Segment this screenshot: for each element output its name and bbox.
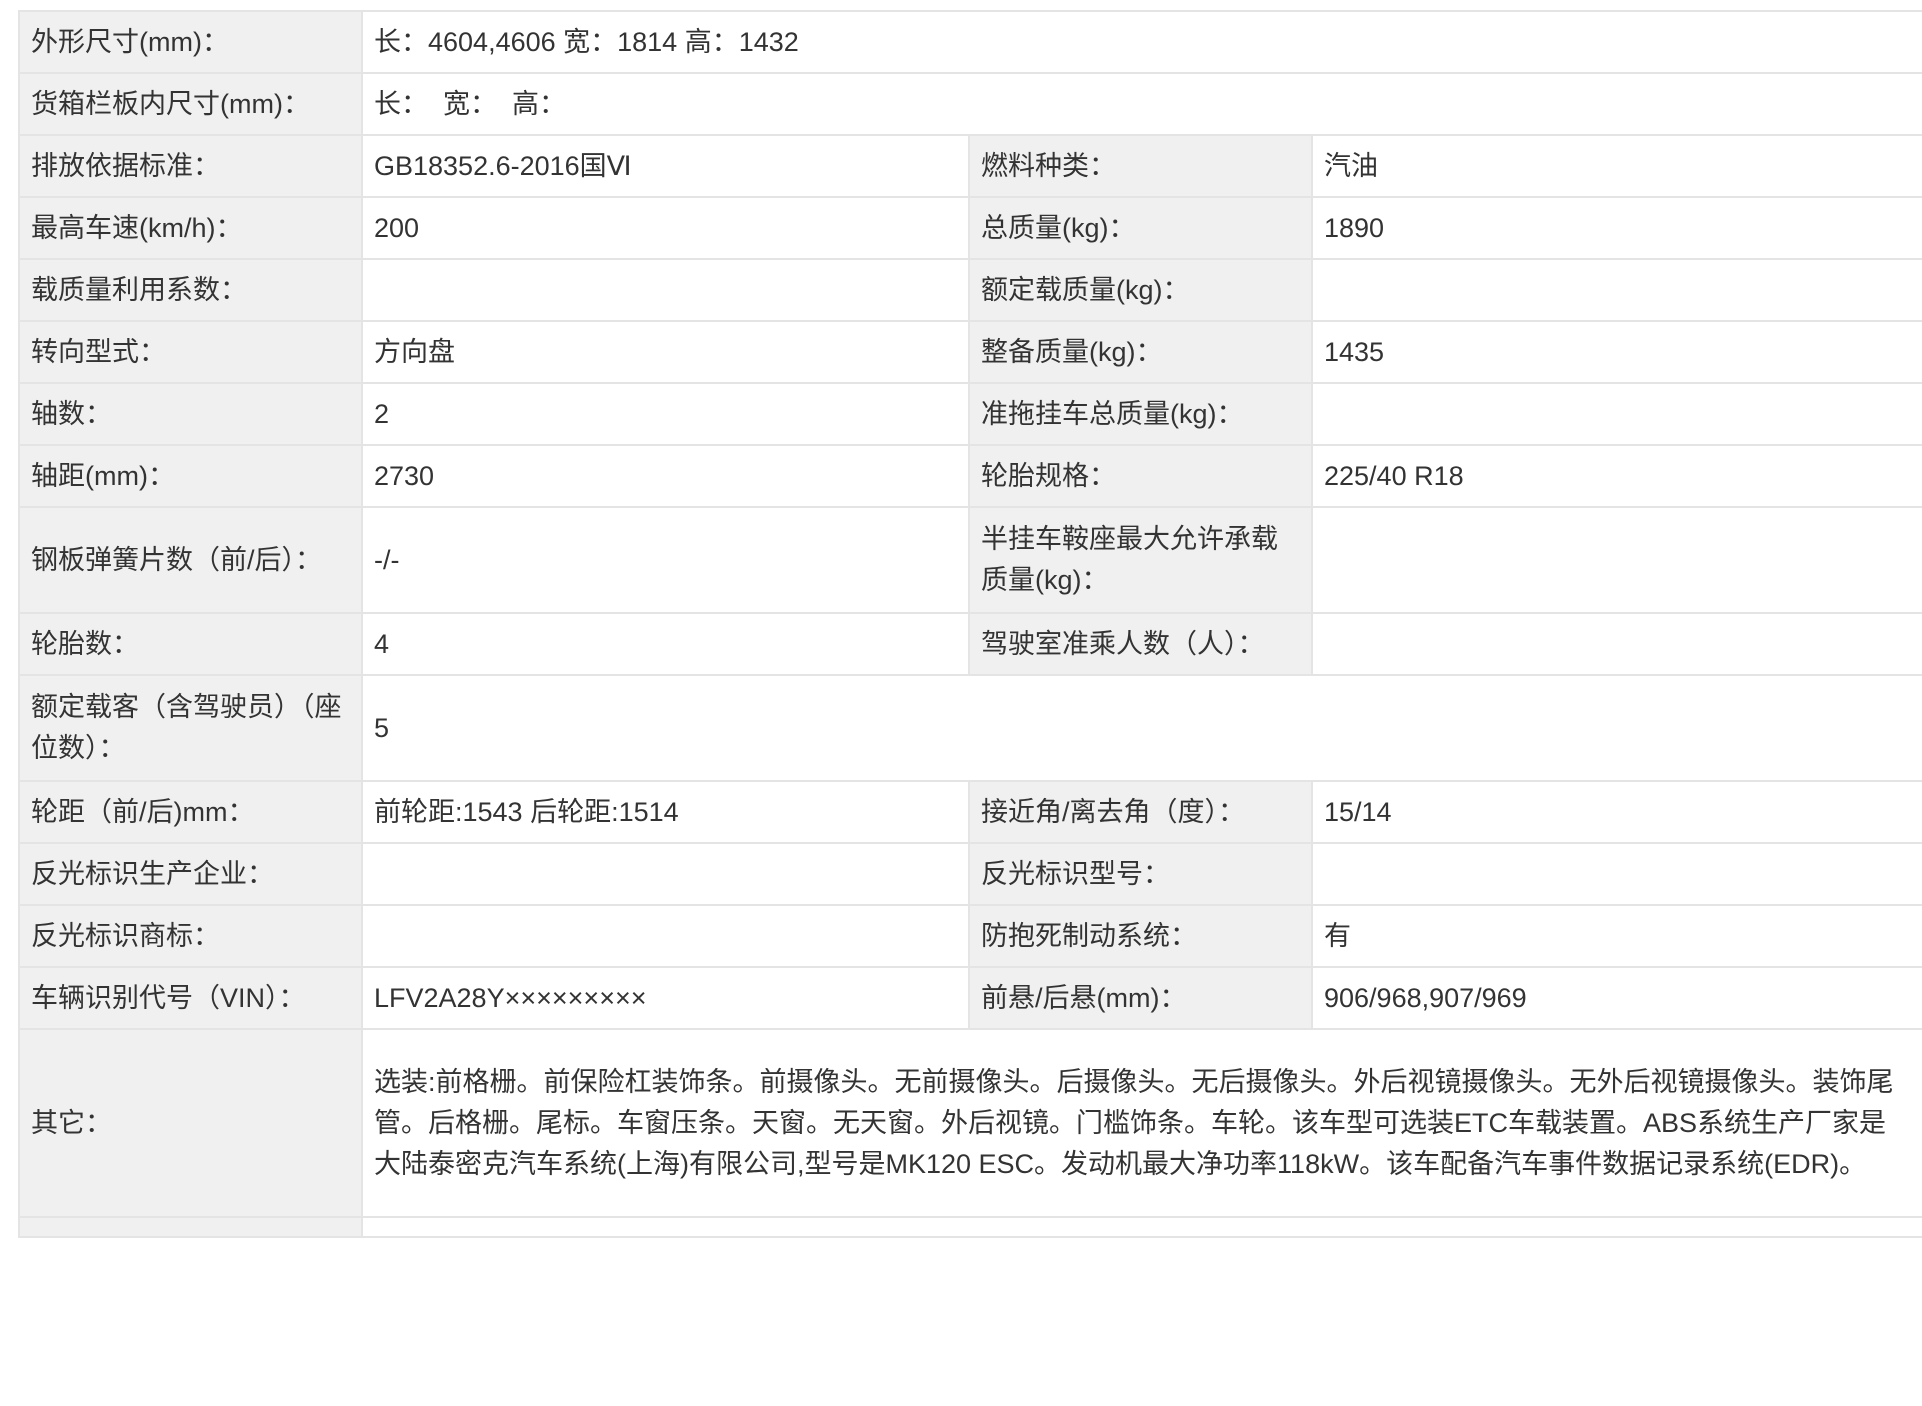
row-axles: 轴数： 2 准拖挂车总质量(kg)： (18, 382, 1922, 446)
row-reflector-maker: 反光标识生产企业： 反光标识型号： (18, 842, 1922, 906)
leaf-springs-label: 钢板弹簧片数（前/后）： (18, 506, 363, 614)
dimensions-value: 长：4604,4606 宽：1814 高：1432 (360, 10, 1922, 74)
trailer-mass-value (1310, 382, 1922, 446)
vehicle-spec-table: 外形尺寸(mm)： 长：4604,4606 宽：1814 高：1432 货箱栏板… (18, 10, 1922, 1238)
reflector-model-label: 反光标识型号： (968, 842, 1313, 906)
rated-load-label: 额定载质量(kg)： (968, 258, 1313, 322)
overhang-label: 前悬/后悬(mm)： (968, 966, 1313, 1030)
top-speed-value: 200 (361, 196, 970, 260)
abs-value: 有 (1310, 904, 1922, 968)
axles-label: 轴数： (18, 382, 363, 446)
top-speed-label: 最高车速(km/h)： (18, 196, 363, 260)
approach-angle-label: 接近角/离去角（度）： (968, 780, 1313, 844)
fuel-type-label: 燃料种类： (968, 134, 1313, 198)
row-emission: 排放依据标准： GB18352.6-2016国Ⅵ 燃料种类： 汽油 (18, 134, 1922, 198)
reflector-model-value (1310, 842, 1922, 906)
rated-load-value (1310, 258, 1922, 322)
row-cargo-box: 货箱栏板内尺寸(mm)： 长： 宽： 高： (18, 72, 1922, 136)
trailer-mass-label: 准拖挂车总质量(kg)： (968, 382, 1313, 446)
saddle-load-value (1310, 506, 1922, 614)
row-dimensions: 外形尺寸(mm)： 长：4604,4606 宽：1814 高：1432 (18, 10, 1922, 74)
fuel-type-value: 汽油 (1310, 134, 1922, 198)
wheelbase-label: 轴距(mm)： (18, 444, 363, 508)
emission-value: GB18352.6-2016国Ⅵ (361, 134, 970, 198)
steering-value: 方向盘 (361, 320, 970, 384)
approach-angle-value: 15/14 (1310, 780, 1922, 844)
other-value: 选装:前格栅。前保险杠装饰条。前摄像头。无前摄像头。后摄像头。无后摄像头。外后视… (360, 1028, 1922, 1218)
dimensions-label: 外形尺寸(mm)： (18, 10, 363, 74)
row-reflector-brand: 反光标识商标： 防抱死制动系统： 有 (18, 904, 1922, 968)
curb-mass-label: 整备质量(kg)： (968, 320, 1313, 384)
tire-spec-value: 225/40 R18 (1310, 444, 1922, 508)
steering-label: 转向型式： (18, 320, 363, 384)
cut-off-label-cell (18, 1216, 363, 1238)
reflector-brand-label: 反光标识商标： (18, 904, 363, 968)
saddle-load-label: 半挂车鞍座最大允许承载质量(kg)： (968, 506, 1313, 614)
load-coefficient-label: 载质量利用系数： (18, 258, 363, 322)
row-vin: 车辆识别代号（VIN）： LFV2A28Y××××××××× 前悬/后悬(mm)… (18, 966, 1922, 1030)
abs-label: 防抱死制动系统： (968, 904, 1313, 968)
vin-label: 车辆识别代号（VIN）： (18, 966, 363, 1030)
total-mass-label: 总质量(kg)： (968, 196, 1313, 260)
vin-value: LFV2A28Y××××××××× (361, 966, 970, 1030)
leaf-springs-value: -/- (361, 506, 970, 614)
tire-count-label: 轮胎数： (18, 612, 363, 676)
wheelbase-value: 2730 (361, 444, 970, 508)
tire-spec-label: 轮胎规格： (968, 444, 1313, 508)
row-leaf-springs: 钢板弹簧片数（前/后）： -/- 半挂车鞍座最大允许承载质量(kg)： (18, 506, 1922, 614)
row-load-coefficient: 载质量利用系数： 额定载质量(kg)： (18, 258, 1922, 322)
reflector-brand-value (361, 904, 970, 968)
emission-label: 排放依据标准： (18, 134, 363, 198)
row-other: 其它： 选装:前格栅。前保险杠装饰条。前摄像头。无前摄像头。后摄像头。无后摄像头… (18, 1028, 1922, 1218)
cargo-box-value: 长： 宽： 高： (360, 72, 1922, 136)
tire-count-value: 4 (361, 612, 970, 676)
cab-occupants-value (1310, 612, 1922, 676)
reflector-maker-label: 反光标识生产企业： (18, 842, 363, 906)
seats-label: 额定载客（含驾驶员）（座位数）： (18, 674, 363, 782)
track-value: 前轮距:1543 后轮距:1514 (361, 780, 970, 844)
load-coefficient-value (361, 258, 970, 322)
row-tire-count: 轮胎数： 4 驾驶室准乘人数（人）： (18, 612, 1922, 676)
row-seats: 额定载客（含驾驶员）（座位数）： 5 (18, 674, 1922, 782)
track-label: 轮距（前/后)mm： (18, 780, 363, 844)
row-track: 轮距（前/后)mm： 前轮距:1543 后轮距:1514 接近角/离去角（度）：… (18, 780, 1922, 844)
axles-value: 2 (361, 382, 970, 446)
row-wheelbase: 轴距(mm)： 2730 轮胎规格： 225/40 R18 (18, 444, 1922, 508)
row-cut-off (18, 1216, 1922, 1238)
overhang-value: 906/968,907/969 (1310, 966, 1922, 1030)
seats-value: 5 (360, 674, 1922, 782)
row-steering: 转向型式： 方向盘 整备质量(kg)： 1435 (18, 320, 1922, 384)
cargo-box-label: 货箱栏板内尺寸(mm)： (18, 72, 363, 136)
row-top-speed: 最高车速(km/h)： 200 总质量(kg)： 1890 (18, 196, 1922, 260)
cut-off-value-cell (360, 1216, 1922, 1238)
cab-occupants-label: 驾驶室准乘人数（人）： (968, 612, 1313, 676)
total-mass-value: 1890 (1310, 196, 1922, 260)
reflector-maker-value (361, 842, 970, 906)
other-label: 其它： (18, 1028, 363, 1218)
curb-mass-value: 1435 (1310, 320, 1922, 384)
